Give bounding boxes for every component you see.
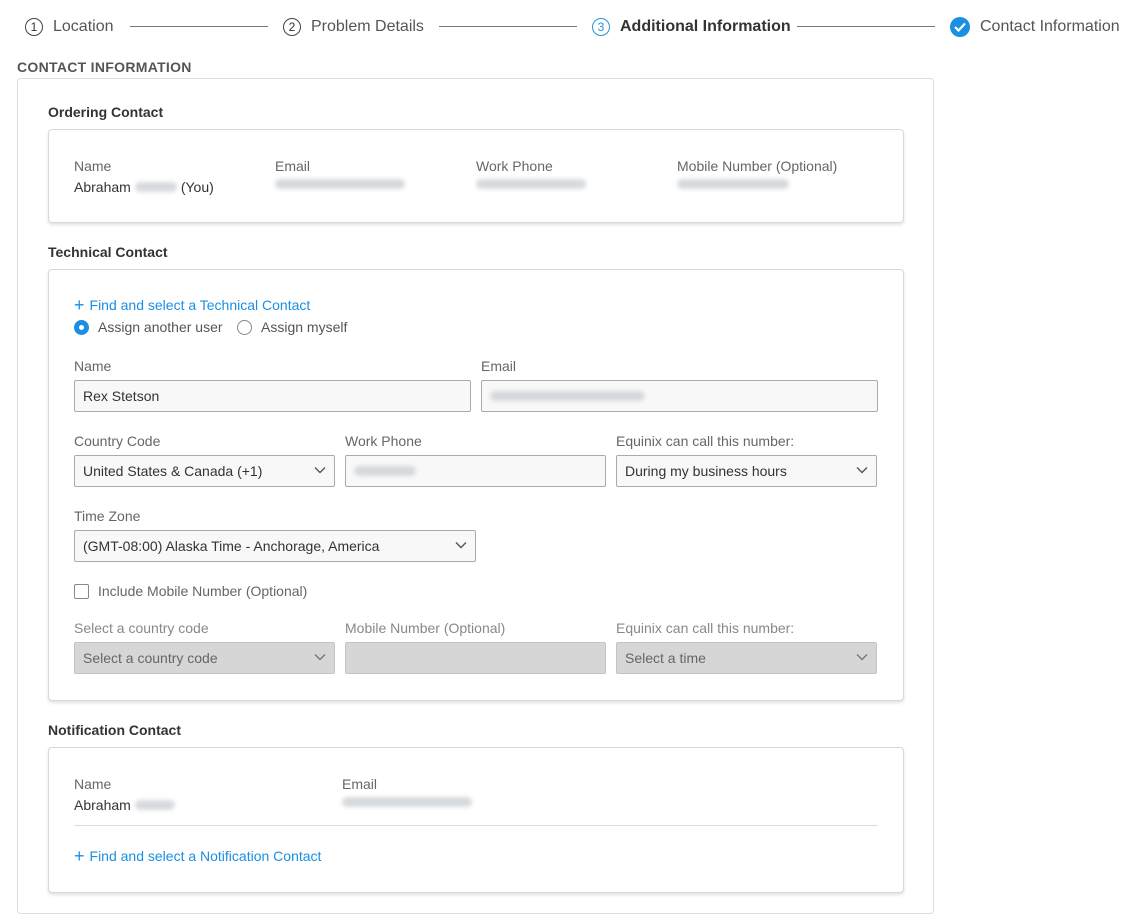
chevron-down-icon [455,542,467,549]
redacted-surname [134,182,177,192]
redacted-email [490,391,645,401]
ordering-contact-card: Name Abraham (You) Email Work Phone Mobi… [48,129,904,223]
step-label-problem-details: Problem Details [311,18,424,35]
technical-email-label: Email [481,358,517,374]
find-notification-contact-text: Find and select a Notification Contact [89,848,322,864]
redacted-mobile [677,179,789,189]
ordering-email-label: Email [275,158,311,174]
find-technical-contact-text: Find and select a Technical Contact [89,297,311,313]
chevron-down-icon [856,654,868,661]
ordering-name-value: Abraham (You) [74,179,214,195]
include-mobile-checkbox[interactable]: Include Mobile Number (Optional) [74,583,307,599]
radio-assign-myself[interactable]: Assign myself [237,319,347,335]
technical-name-input[interactable]: Rex Stetson [74,380,471,412]
check-circle-icon [950,17,970,37]
step-label-location: Location [53,18,114,35]
redacted-phone [476,179,586,189]
step-label-additional-information: Additional Information [620,18,791,35]
ordering-work-phone-value [476,179,586,189]
radio-unselected-icon [237,319,252,335]
redacted-email [275,179,405,189]
ordering-first-name: Abraham [74,179,131,195]
find-technical-contact-link[interactable]: + Find and select a Technical Contact [74,296,310,314]
country-code-label: Country Code [74,433,161,449]
notification-first-name: Abraham [74,797,131,813]
progress-stepper: 1 Location 2 Problem Details 3 Additiona… [0,0,1135,52]
step-additional-information[interactable]: 3 Additional Information [592,16,791,38]
step-number-2: 2 [283,18,301,36]
step-contact-information[interactable]: Contact Information [950,16,1120,38]
plus-icon: + [74,846,85,866]
mobile-country-code-value: Select a country code [83,650,218,666]
technical-contact-title: Technical Contact [48,244,168,260]
mobile-number-label: Mobile Number (Optional) [345,620,506,636]
redacted-surname [134,800,175,810]
radio-selected-icon [74,319,89,335]
ordering-email-value [275,179,405,189]
country-code-select[interactable]: United States & Canada (+1) [74,455,335,487]
plus-icon: + [74,295,85,315]
technical-email-input[interactable] [481,380,878,412]
notification-contact-card: Name Abraham Email + Find and select a N… [48,747,904,893]
mobile-country-code-label: Select a country code [74,620,209,636]
step-connector [439,26,577,27]
step-number-1: 1 [25,18,43,36]
call-preference-value: During my business hours [625,463,787,479]
work-phone-label: Work Phone [345,433,422,449]
radio-assign-another-user[interactable]: Assign another user [74,319,223,335]
step-problem-details[interactable]: 2 Problem Details [283,16,424,38]
call-preference-select[interactable]: During my business hours [616,455,877,487]
mobile-call-preference-value: Select a time [625,650,706,666]
technical-name-label: Name [74,358,112,374]
step-connector [130,26,268,27]
ordering-you-tag: (You) [180,179,214,195]
time-zone-value: (GMT-08:00) Alaska Time - Anchorage, Ame… [83,538,380,554]
redacted-email [342,797,472,807]
notification-email-label: Email [342,776,378,792]
include-mobile-label: Include Mobile Number (Optional) [98,583,308,599]
step-number-3: 3 [592,18,610,36]
find-notification-contact-link[interactable]: + Find and select a Notification Contact [74,847,321,865]
ordering-work-phone-label: Work Phone [476,158,553,174]
mobile-call-preference-label: Equinix can call this number: [616,620,795,636]
notification-contact-title: Notification Contact [48,722,181,738]
mobile-call-preference-select[interactable]: Select a time [616,642,877,674]
step-connector [797,26,935,27]
ordering-mobile-label: Mobile Number (Optional) [677,158,838,174]
notification-email-value [342,797,472,807]
redacted-phone [354,466,416,476]
ordering-contact-title: Ordering Contact [48,104,164,120]
mobile-country-code-select[interactable]: Select a country code [74,642,335,674]
step-label-contact-information: Contact Information [980,18,1120,35]
time-zone-select[interactable]: (GMT-08:00) Alaska Time - Anchorage, Ame… [74,530,476,562]
notification-name-value: Abraham [74,797,175,813]
time-zone-label: Time Zone [74,508,141,524]
technical-contact-card: + Find and select a Technical Contact As… [48,269,904,701]
radio-assign-another-label: Assign another user [98,319,223,335]
ordering-name-label: Name [74,158,112,174]
ordering-mobile-value [677,179,789,189]
section-title: CONTACT INFORMATION [17,59,192,75]
chevron-down-icon [856,467,868,474]
chevron-down-icon [314,654,326,661]
chevron-down-icon [314,467,326,474]
checkbox-unchecked-icon [74,583,89,599]
divider [74,825,878,826]
work-phone-input[interactable] [345,455,606,487]
radio-assign-myself-label: Assign myself [261,319,348,335]
step-location[interactable]: 1 Location [25,16,114,38]
call-preference-label: Equinix can call this number: [616,433,795,449]
mobile-number-input[interactable] [345,642,606,674]
notification-name-label: Name [74,776,112,792]
country-code-value: United States & Canada (+1) [83,463,263,479]
